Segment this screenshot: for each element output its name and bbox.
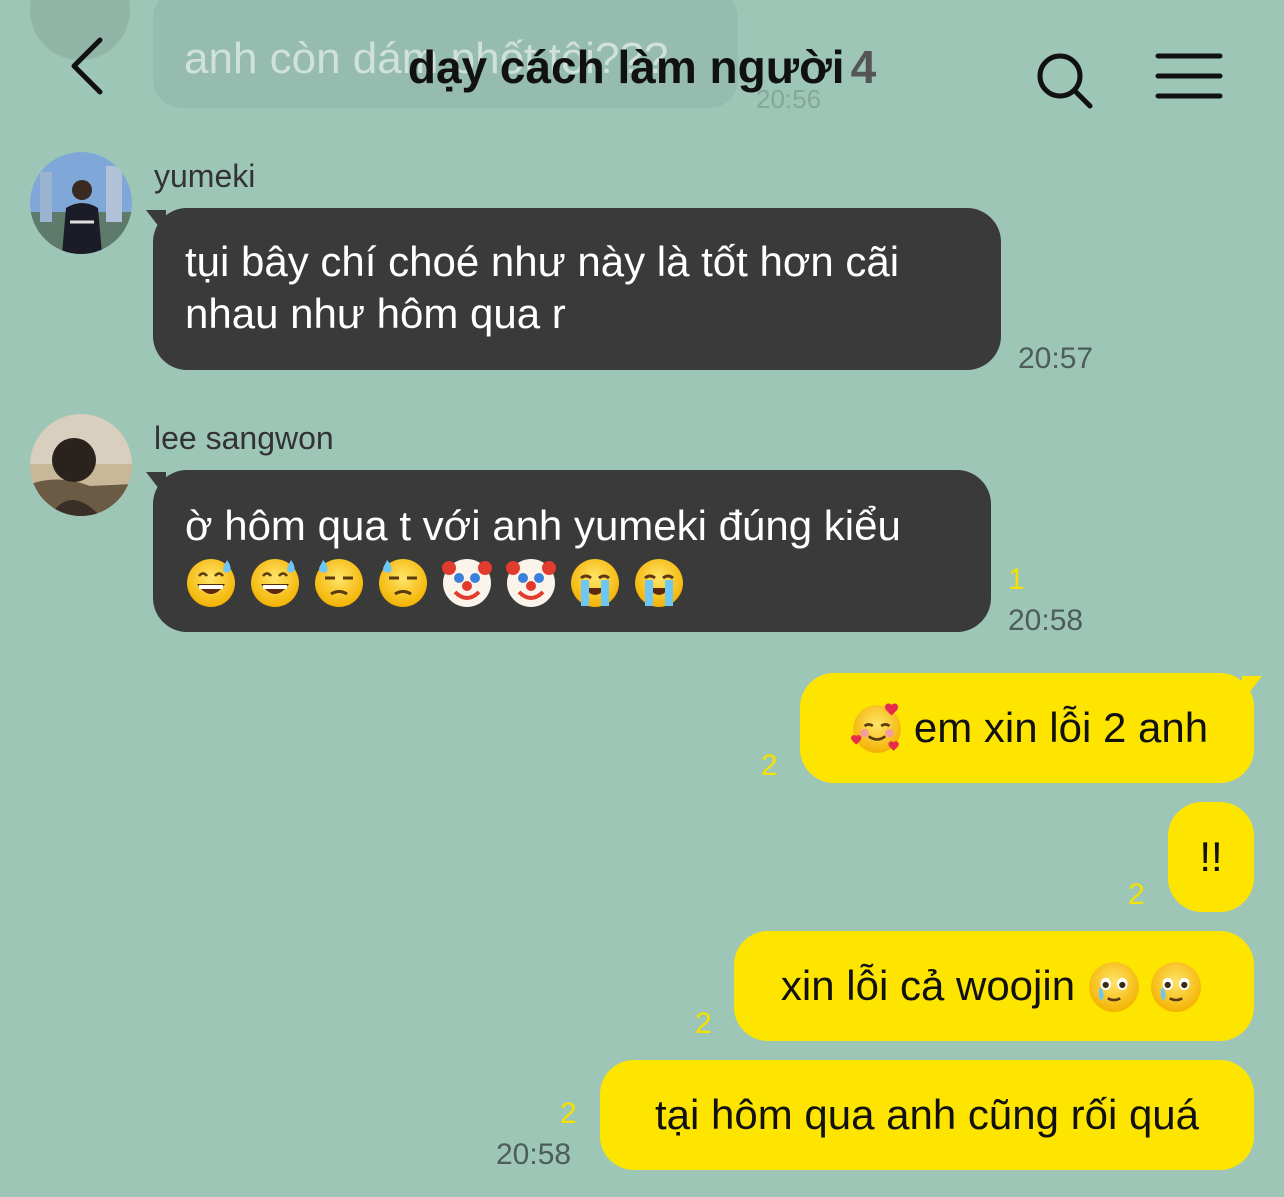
- hamburger-menu-icon: [1155, 53, 1223, 99]
- message-time: 20:58: [1008, 604, 1084, 637]
- unread-count: 2: [761, 749, 778, 782]
- holding-tears-emoji: [1087, 959, 1141, 1013]
- downcast-sweat-emoji: [313, 556, 365, 608]
- message-text: !!: [1199, 833, 1223, 880]
- clown-emoji: [441, 556, 493, 608]
- message-text: tại hôm qua anh cũng rối quá: [654, 1091, 1200, 1138]
- chat-title-text: dạy cách làm người: [407, 41, 845, 93]
- sender-name: lee sangwon: [154, 420, 334, 456]
- unread-count: 1: [1008, 563, 1025, 596]
- grinning-sweat-emoji: [249, 556, 301, 608]
- clown-emoji: [505, 556, 557, 608]
- message-bubble-incoming[interactable]: ờ hôm qua t với anh yumeki đúng kiểu: [153, 470, 991, 632]
- avatar-photo: [30, 152, 132, 254]
- message-time: 20:58: [496, 1138, 572, 1171]
- chevron-left-icon: [71, 37, 103, 95]
- message-text: em xin lỗi 2 anh: [913, 704, 1209, 751]
- unread-count: 2: [695, 1007, 712, 1040]
- message-text: xin lỗi cả woojin: [780, 962, 1076, 1009]
- search-icon: [1037, 53, 1093, 109]
- grinning-sweat-emoji: [185, 556, 237, 608]
- message-bubble-outgoing[interactable]: xin lỗi cả woojin: [734, 931, 1254, 1041]
- message-bubble-outgoing[interactable]: em xin lỗi 2 anh: [800, 673, 1254, 783]
- menu-button[interactable]: [1150, 46, 1230, 106]
- holding-tears-emoji: [1149, 959, 1203, 1013]
- emoji-row: [185, 556, 959, 608]
- downcast-sweat-emoji: [377, 556, 429, 608]
- sender-name: yumeki: [154, 158, 256, 194]
- message-bubble-incoming[interactable]: tụi bây chí choé như này là tốt hơn cãi …: [153, 208, 1001, 370]
- unread-count: 2: [1128, 878, 1145, 911]
- unread-count: 2: [560, 1097, 577, 1130]
- back-button[interactable]: [60, 34, 120, 98]
- avatar-yumeki[interactable]: [30, 152, 132, 254]
- message-time: 20:57: [1018, 342, 1094, 375]
- loudly-crying-emoji: [569, 556, 621, 608]
- avatar-photo: [30, 414, 132, 516]
- search-button[interactable]: [1030, 46, 1100, 116]
- loudly-crying-emoji: [633, 556, 685, 608]
- member-count: 4: [850, 41, 877, 93]
- avatar-lee-sangwon[interactable]: [30, 414, 132, 516]
- message-bubble-outgoing[interactable]: !!: [1168, 802, 1254, 912]
- smiling-hearts-emoji: [850, 701, 904, 755]
- chat-title: dạy cách làm người 4: [320, 40, 964, 94]
- message-bubble-outgoing[interactable]: tại hôm qua anh cũng rối quá: [600, 1060, 1254, 1170]
- message-text: ờ hôm qua t với anh yumeki đúng kiểu: [185, 502, 901, 549]
- message-text: tụi bây chí choé như này là tốt hơn cãi …: [185, 238, 900, 337]
